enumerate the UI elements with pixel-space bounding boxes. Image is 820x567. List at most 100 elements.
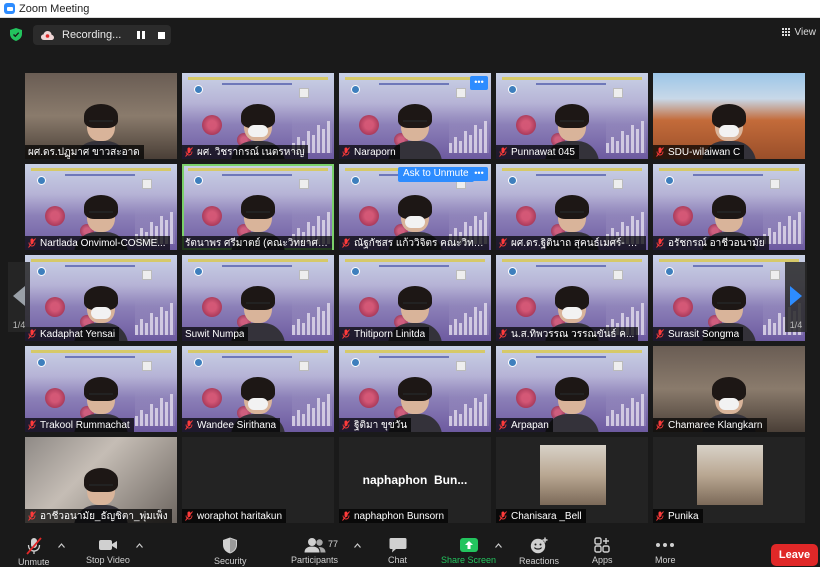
reactions-label: Reactions	[519, 556, 560, 566]
participant-name: น.ส.ทิพวรรณ วรรณขันธ์ ค...	[511, 328, 635, 340]
participant-tile[interactable]: Nartlada Onvimol-COSME...	[25, 164, 177, 250]
muted-mic-icon	[28, 511, 36, 521]
participant-name-tag: Nartlada Onvimol-COSME...	[25, 236, 170, 250]
participant-tile[interactable]: Arpapan	[496, 346, 648, 432]
meeting-toolbar: Unmute Stop Video Security Participants …	[0, 533, 820, 567]
participant-name: Thitiporn Linitda	[354, 328, 426, 340]
recording-label: Recording...	[62, 29, 122, 41]
chevron-up-icon[interactable]	[58, 543, 65, 548]
profile-photo	[697, 445, 763, 505]
participant-tile[interactable]: รัตนาพร ศรีมาตย์ (คณะวิทยาศาสต...	[182, 164, 334, 250]
participant-tile[interactable]: Punika	[653, 437, 805, 523]
participant-tile[interactable]: Suwit Numpa	[182, 255, 334, 341]
participant-tile[interactable]: woraphot haritakun	[182, 437, 334, 523]
stop-video-label: Stop Video	[86, 555, 130, 565]
share-screen-icon	[459, 538, 478, 552]
security-shield-icon	[223, 537, 238, 554]
participants-label: Participants	[291, 555, 339, 565]
unmute-label: Unmute	[18, 557, 50, 567]
participant-tile[interactable]: ฐิติมา ขุขวัน	[339, 346, 491, 432]
participant-tile[interactable]: อรัชกรณ์ อาชีวอนามัย	[653, 164, 805, 250]
participant-tile[interactable]: Chamaree Klangkarn	[653, 346, 805, 432]
next-page-button[interactable]: 1/4	[785, 262, 807, 332]
participant-tile[interactable]: ••• Ask to Unmute ณัฐกัชสร แก้ววิจิตร คณะว…	[339, 164, 491, 250]
leave-button[interactable]: Leave	[771, 544, 818, 566]
participant-name: Nartlada Onvimol-COSME...	[40, 237, 166, 249]
muted-mic-icon	[185, 147, 193, 157]
chevron-up-icon[interactable]	[495, 543, 502, 548]
participant-name: ผศ.ดร.ฐิตินาถ สุคนธ์เมศร์- คณะวิทย...	[511, 237, 642, 249]
participant-name: naphaphon Bunsorn	[354, 510, 445, 522]
participant-tile[interactable]: ผศ.ดร.ปฏูมาศ ขาวสะอาด	[25, 73, 177, 159]
participant-name-tag: อรัชกรณ์ อาชีวอนามัย	[653, 236, 769, 250]
participant-name-tag: Thitiporn Linitda	[339, 327, 430, 341]
tile-more-options-button[interactable]: •••	[470, 76, 488, 90]
share-screen-label: Share Screen	[441, 555, 497, 565]
participant-tile[interactable]: อาชีวอนามัย_ธัญชิตา_พุ่มเพ็ง	[25, 437, 177, 523]
participant-tile[interactable]: Chanisara _Bell	[496, 437, 648, 523]
participant-tile[interactable]: Surasit Songma	[653, 255, 805, 341]
title-bar: Zoom Meeting	[0, 0, 820, 18]
participant-tile[interactable]: ผศ. วิชรากรณ์ เนตรหาญ	[182, 73, 334, 159]
participant-name-tag: naphaphon Bunsorn	[339, 509, 449, 523]
muted-mic-icon	[499, 511, 507, 521]
participant-name: ผศ.ดร.ปฏูมาศ ขาวสะอาด	[28, 146, 140, 158]
stop-recording-icon[interactable]	[158, 31, 165, 39]
zoom-window: Zoom Meeting Recording... View ผศ.ดร.ปฏู…	[0, 0, 820, 567]
muted-mic-icon	[26, 537, 42, 555]
participants-icon	[304, 538, 326, 553]
participant-tile[interactable]: Punnawat 045	[496, 73, 648, 159]
participant-name-tag: Kadaphat Yensai	[25, 327, 120, 341]
participant-name: Naraporn	[354, 146, 396, 158]
view-button[interactable]: View	[781, 27, 817, 38]
pause-recording-icon[interactable]	[137, 31, 145, 39]
zoom-logo-icon	[4, 3, 15, 14]
participant-tile[interactable]: Trakool Rummachat	[25, 346, 177, 432]
participant-name: รัตนาพร ศรีมาตย์ (คณะวิทยาศาสต...	[185, 237, 328, 249]
participant-name: Punika	[668, 510, 699, 522]
participant-tile[interactable]: ผศ.ดร.ฐิตินาถ สุคนธ์เมศร์- คณะวิทย...	[496, 164, 648, 250]
participant-tile[interactable]: Wandee Sirithana	[182, 346, 334, 432]
participant-name: Punnawat 045	[511, 146, 575, 158]
chevron-up-icon[interactable]	[354, 543, 361, 548]
apps-button[interactable]: Apps	[592, 537, 613, 565]
participant-tile[interactable]: Thitiporn Linitda	[339, 255, 491, 341]
participant-name-tag: Chanisara _Bell	[496, 509, 586, 523]
view-label: View	[794, 27, 817, 38]
chevron-up-icon[interactable]	[136, 543, 143, 548]
apps-icon	[594, 537, 610, 553]
participant-name: ฐิติมา ขุขวัน	[354, 419, 408, 431]
chat-button[interactable]: Chat	[388, 537, 407, 565]
muted-mic-icon	[656, 329, 664, 339]
participant-tile[interactable]: SDU-wilaiwan C	[653, 73, 805, 159]
muted-mic-icon	[342, 329, 350, 339]
more-button[interactable]: More	[655, 537, 676, 565]
security-button[interactable]: Security	[214, 537, 247, 566]
participant-tile[interactable]: ••• Naraporn	[339, 73, 491, 159]
muted-mic-icon	[656, 420, 664, 430]
muted-mic-icon	[342, 147, 350, 157]
stop-video-button[interactable]: Stop Video	[86, 537, 130, 565]
participant-tile[interactable]: naphaphon Bun... naphaphon Bunsorn	[339, 437, 491, 523]
ask-to-unmute-button[interactable]: Ask to Unmute	[398, 167, 474, 182]
video-camera-icon	[98, 540, 117, 550]
participant-name: Kadaphat Yensai	[40, 328, 116, 340]
participant-name-tag: Chamaree Klangkarn	[653, 418, 767, 432]
muted-mic-icon	[499, 329, 507, 339]
participant-name-tag: Wandee Sirithana	[182, 418, 281, 432]
participant-display-name: naphaphon Bun...	[362, 473, 468, 487]
share-screen-button[interactable]: Share Screen	[441, 537, 496, 565]
muted-mic-icon	[342, 511, 350, 521]
more-dots-icon	[656, 543, 675, 547]
reactions-button[interactable]: Reactions	[519, 537, 559, 566]
unmute-button[interactable]: Unmute	[18, 537, 50, 567]
participant-name: อาชีวอนามัย_ธัญชิตา_พุ่มเพ็ง	[40, 510, 168, 522]
participant-tile[interactable]: น.ส.ทิพวรรณ วรรณขันธ์ ค...	[496, 255, 648, 341]
shield-icon[interactable]	[10, 28, 22, 41]
participant-tile[interactable]: Kadaphat Yensai	[25, 255, 177, 341]
previous-page-button[interactable]: 1/4	[8, 262, 30, 332]
participant-name-tag: Trakool Rummachat	[25, 418, 134, 432]
participants-count: 77	[328, 539, 339, 549]
muted-mic-icon	[185, 511, 193, 521]
participant-name: Chanisara _Bell	[511, 510, 582, 522]
